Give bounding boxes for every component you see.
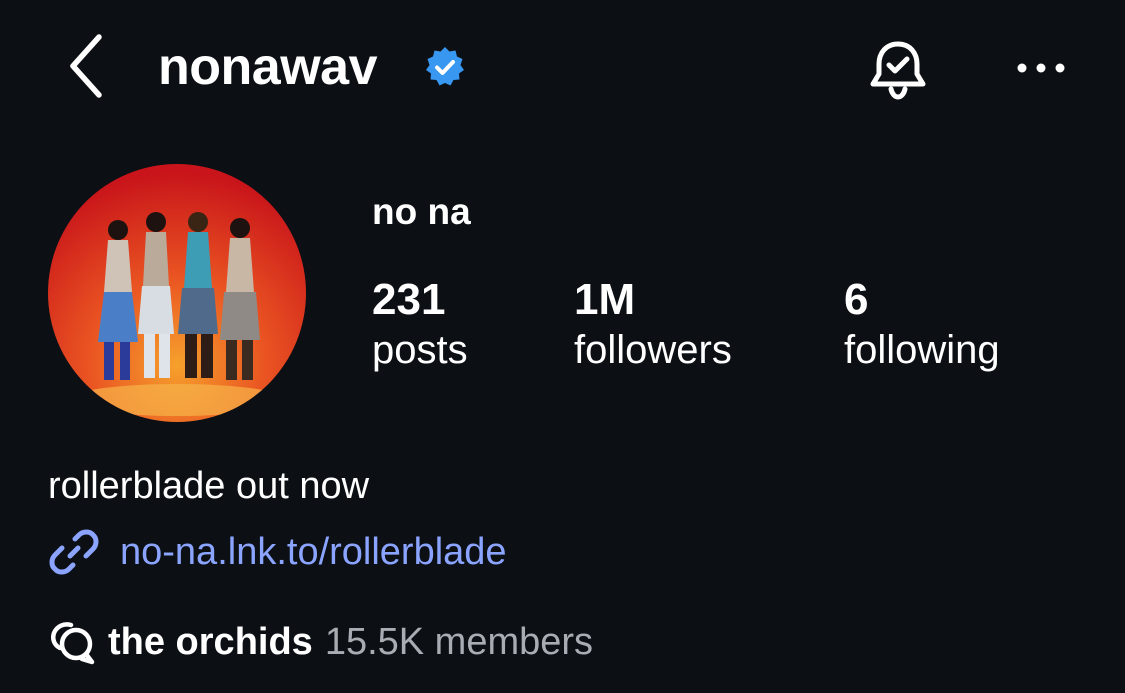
followers-label: followers — [574, 328, 732, 372]
avatar[interactable] — [48, 164, 306, 422]
channel-members-count: 15.5K members — [324, 621, 594, 663]
display-name: no na — [372, 191, 471, 232]
posts-count: 231 — [372, 275, 446, 324]
notifications-button[interactable] — [860, 34, 936, 106]
broadcast-channel[interactable]: the orchids 15.5K members — [48, 616, 593, 668]
following-stat[interactable]: 6 following — [844, 272, 1000, 376]
posts-label: posts — [372, 328, 468, 372]
link-icon — [49, 529, 99, 575]
avatar-image — [48, 164, 306, 422]
more-options-button[interactable] — [1004, 40, 1078, 96]
back-button[interactable] — [52, 30, 122, 102]
following-label: following — [844, 328, 1000, 372]
verified-badge-icon — [424, 46, 466, 88]
chevron-left-icon — [70, 34, 102, 98]
broadcast-channel-icon — [51, 622, 95, 665]
bell-check-icon — [870, 41, 926, 100]
profile-username: nonawav — [158, 38, 378, 96]
bio-link[interactable]: no-na.lnk.to/rollerblade — [48, 526, 507, 578]
more-horizontal-icon — [1017, 63, 1065, 73]
bio-text: rollerblade out now — [48, 465, 370, 507]
followers-count: 1M — [574, 275, 636, 324]
channel-name: the orchids — [108, 621, 313, 663]
bio-link-text[interactable]: no-na.lnk.to/rollerblade — [120, 526, 507, 578]
followers-stat[interactable]: 1M followers — [574, 272, 732, 376]
posts-stat[interactable]: 231 posts — [372, 272, 468, 376]
following-count: 6 — [844, 275, 869, 324]
